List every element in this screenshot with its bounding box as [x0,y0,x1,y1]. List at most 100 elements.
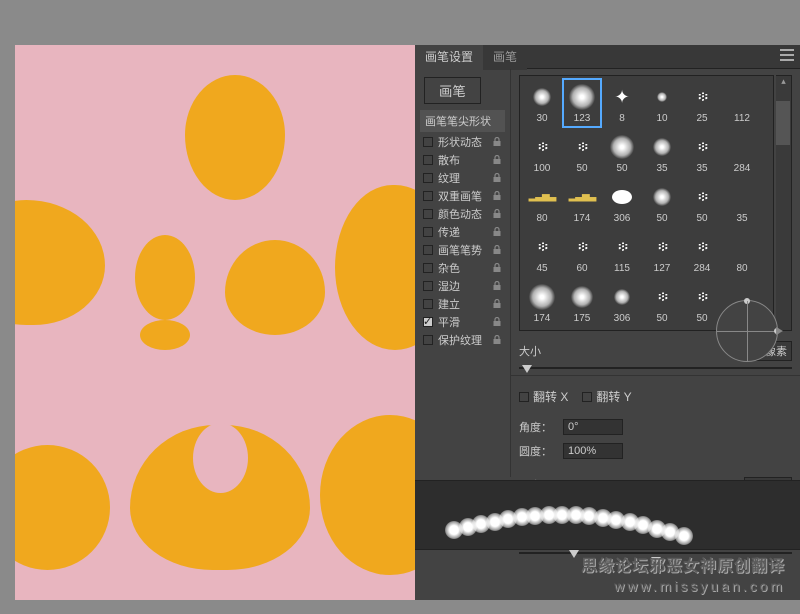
brush-preset[interactable]: 30 [522,78,562,128]
option-label: 纹理 [438,170,460,186]
lock-icon[interactable] [492,191,502,201]
panel-tabs: 画笔设置 画笔 [415,45,800,69]
slider-thumb[interactable] [569,550,579,558]
preset-thumb: ፨ [568,133,596,161]
option-build_up[interactable]: 建立 [420,295,505,313]
brush-preset[interactable]: ፨50 [682,278,722,328]
brush-preset[interactable]: 175 [562,278,602,328]
roundness-value[interactable]: 100% [563,443,623,459]
brushes-button[interactable]: 画笔 [424,77,481,104]
lock-icon[interactable] [492,227,502,237]
option-dual_brush[interactable]: 双重画笔 [420,187,505,205]
preset-thumb [648,83,676,111]
preset-label: 174 [534,313,551,324]
brush-preset[interactable]: 123 [562,78,602,128]
brush-preset[interactable]: ✦8 [602,78,642,128]
brush-preset[interactable]: ፨50 [562,128,602,178]
brush-preset[interactable]: 50 [602,128,642,178]
brush-preset[interactable]: 112 [722,78,762,128]
tab-brush-settings[interactable]: 画笔设置 [415,45,483,70]
preset-thumb [568,83,596,111]
option-checkbox[interactable] [423,209,433,219]
brush-options-list: 画笔 画笔笔尖形状 形状动态散布纹理双重画笔颜色动态传递画笔笔势杂色湿边建立平滑… [415,69,511,477]
angle-roundness-widget[interactable] [716,300,778,362]
brush-preset[interactable]: 50 [642,178,682,228]
flip-y-label: 翻转 Y [596,388,631,405]
lock-icon[interactable] [492,245,502,255]
brush-preset[interactable]: ፨127 [642,228,682,278]
canvas[interactable] [15,45,415,600]
option-checkbox[interactable] [423,137,433,147]
artwork-shape [193,423,248,493]
angle-value[interactable]: 0° [563,419,623,435]
brush-preset[interactable]: 35 [642,128,682,178]
option-transfer[interactable]: 传递 [420,223,505,241]
tab-brushes[interactable]: 画笔 [483,45,527,70]
option-smoothing[interactable]: 平滑 [420,313,505,331]
option-checkbox[interactable] [423,191,433,201]
preset-thumb [728,183,756,211]
lock-icon[interactable] [492,263,502,273]
brush-preset[interactable]: 35 [722,178,762,228]
slider-thumb[interactable] [522,365,532,373]
option-checkbox[interactable] [423,173,433,183]
option-checkbox[interactable] [423,245,433,255]
brush-preset[interactable]: 80 [722,228,762,278]
brush-tip-shape-header[interactable]: 画笔笔尖形状 [420,110,505,132]
lock-icon[interactable] [492,281,502,291]
lock-icon[interactable] [492,173,502,183]
option-wet_edges[interactable]: 湿边 [420,277,505,295]
lock-icon[interactable] [492,155,502,165]
brush-preset[interactable]: ፨50 [642,278,682,328]
brush-preset[interactable]: 284 [722,128,762,178]
brush-preset[interactable]: ፨284 [682,228,722,278]
brush-preset[interactable]: 306 [602,178,642,228]
option-checkbox[interactable] [423,335,433,345]
flip-y-checkbox[interactable] [582,392,592,402]
preset-thumb: ✦ [608,83,636,111]
brush-preset[interactable]: ፨35 [682,128,722,178]
preset-thumb: ፨ [528,133,556,161]
option-checkbox[interactable] [423,227,433,237]
brush-preset[interactable]: 174 [522,278,562,328]
lock-icon[interactable] [492,335,502,345]
flip-x-checkbox[interactable] [519,392,529,402]
option-brush_pose[interactable]: 画笔笔势 [420,241,505,259]
brush-preset[interactable]: 10 [642,78,682,128]
brush-preset[interactable]: ፨25 [682,78,722,128]
brush-preset[interactable]: ፨45 [522,228,562,278]
option-shape_dynamics[interactable]: 形状动态 [420,133,505,151]
lock-icon[interactable] [492,209,502,219]
angle-row: 角度： 0° [519,419,792,435]
panel-menu-icon[interactable] [774,46,800,67]
artwork-shape [15,200,105,325]
lock-icon[interactable] [492,137,502,147]
brush-preset[interactable]: ▂▃▅▃80 [522,178,562,228]
option-protect_texture[interactable]: 保护纹理 [420,331,505,349]
brush-preset[interactable]: ፨60 [562,228,602,278]
option-checkbox[interactable] [423,281,433,291]
option-checkbox[interactable] [423,155,433,165]
lock-icon[interactable] [492,299,502,309]
brush-preset[interactable]: ፨115 [602,228,642,278]
option-checkbox[interactable] [423,299,433,309]
flip-row: 翻转 X 翻转 Y [519,388,792,405]
brush-preset[interactable]: 306 [602,278,642,328]
brush-preset[interactable]: ▂▃▅▃174 [562,178,602,228]
preset-scrollbar[interactable]: ▴ [776,75,792,331]
option-scattering[interactable]: 散布 [420,151,505,169]
preset-label: 174 [574,213,591,224]
brush-preset[interactable]: ፨50 [682,178,722,228]
option-noise[interactable]: 杂色 [420,259,505,277]
option-color_dynamics[interactable]: 颜色动态 [420,205,505,223]
brush-preset[interactable]: ፨100 [522,128,562,178]
option-label: 双重画笔 [438,188,482,204]
option-texture[interactable]: 纹理 [420,169,505,187]
lock-icon[interactable] [492,317,502,327]
option-checkbox[interactable] [423,263,433,273]
workspace: 画笔设置 画笔 画笔 画笔笔尖形状 形状动态散布纹理双重画笔颜色动态传递画笔笔势… [0,0,800,614]
size-slider[interactable] [519,367,792,369]
preset-label: 35 [656,163,667,174]
option-checkbox[interactable] [423,317,433,327]
scrollbar-thumb[interactable] [776,101,790,145]
